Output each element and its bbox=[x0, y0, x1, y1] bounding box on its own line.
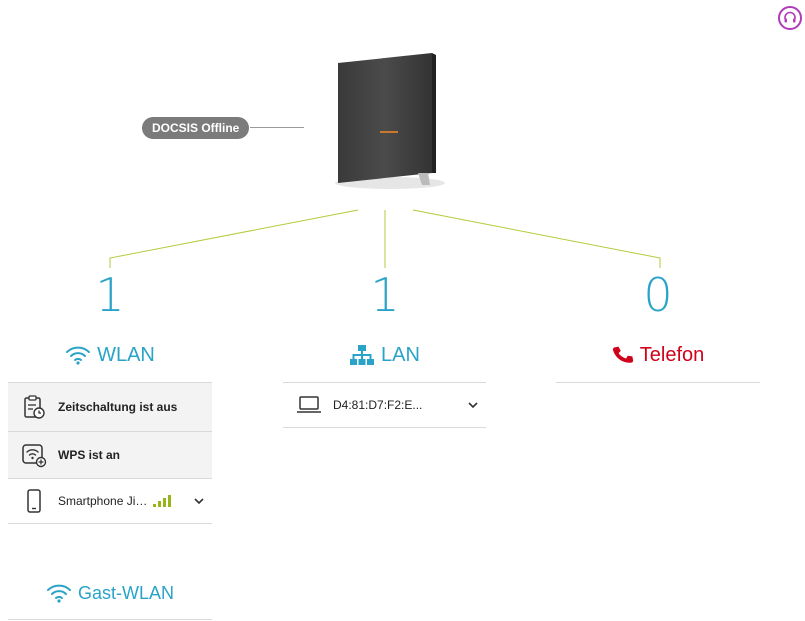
schedule-status: Zeitschaltung ist aus bbox=[58, 400, 178, 414]
chevron-down-icon[interactable] bbox=[192, 494, 206, 508]
wps-status: WPS ist an bbox=[58, 448, 121, 462]
telefon-title: Telefon bbox=[639, 343, 705, 366]
headset-icon bbox=[784, 11, 796, 23]
smartphone-icon bbox=[20, 487, 48, 515]
lan-title: LAN bbox=[381, 343, 420, 366]
network-icon bbox=[350, 345, 375, 365]
lan-device-name: D4:81:D7:F2:E... bbox=[333, 398, 423, 412]
wlan-connector bbox=[109, 209, 359, 268]
telefon-divider bbox=[556, 382, 760, 383]
guest-wlan-divider bbox=[8, 619, 212, 620]
docsis-status-badge: DOCSIS Offline bbox=[142, 117, 250, 139]
status-connector-line bbox=[250, 127, 304, 128]
lan-header[interactable]: LAN bbox=[283, 340, 486, 370]
telefon-section: Telefon bbox=[556, 340, 760, 383]
wps-row[interactable]: WPS ist an bbox=[8, 432, 212, 479]
schedule-row[interactable]: Zeitschaltung ist aus bbox=[8, 383, 212, 432]
wlan-header[interactable]: WLAN bbox=[8, 340, 212, 370]
chevron-down-icon[interactable] bbox=[466, 398, 480, 412]
lan-section: LAN D4:81:D7:F2:E... bbox=[283, 340, 486, 428]
telefon-header[interactable]: Telefon bbox=[556, 340, 760, 370]
wlan-device-name: Smartphone Ji… bbox=[58, 494, 148, 508]
telefon-count: 0 bbox=[643, 268, 673, 322]
wifi-icon bbox=[46, 584, 71, 603]
guest-wlan-title: Gast-WLAN bbox=[77, 582, 174, 603]
wlan-section: WLAN Zeitschaltung ist aus WPS ist an Sm… bbox=[8, 340, 212, 524]
wlan-title: WLAN bbox=[97, 343, 155, 366]
wps-icon bbox=[20, 441, 48, 469]
wlan-count: 1 bbox=[95, 268, 125, 322]
guest-wlan-section: Gast-WLAN bbox=[8, 578, 212, 620]
lan-device-row[interactable]: D4:81:D7:F2:E... bbox=[283, 383, 486, 428]
lan-count: 1 bbox=[370, 268, 400, 322]
schedule-icon bbox=[20, 393, 48, 421]
wifi-icon bbox=[66, 346, 91, 365]
laptop-icon bbox=[295, 391, 323, 419]
router-image bbox=[335, 53, 445, 189]
phone-icon bbox=[612, 346, 633, 363]
signal-strength-icon bbox=[153, 495, 172, 507]
telefon-connector bbox=[412, 209, 661, 268]
wlan-device-row[interactable]: Smartphone Ji… bbox=[8, 479, 212, 524]
help-button[interactable] bbox=[778, 6, 802, 30]
guest-wlan-header[interactable]: Gast-WLAN bbox=[8, 578, 212, 608]
